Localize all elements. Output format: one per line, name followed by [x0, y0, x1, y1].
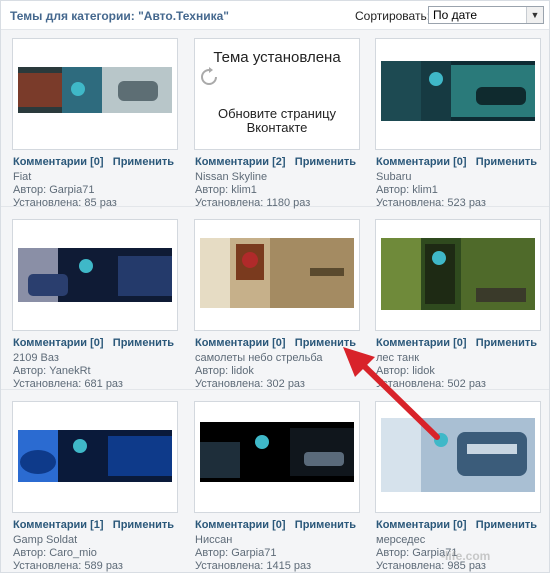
apply-link[interactable]: Применить	[476, 156, 537, 168]
theme-install-count: Установлена: 1415 раз	[195, 560, 312, 572]
installed-title: Тема установлена	[213, 49, 341, 66]
refresh-icon	[201, 67, 217, 85]
theme-install-count: Установлена: 85 раз	[13, 197, 117, 209]
theme-card: Комментарии [0] Применить лес танк Автор…	[372, 219, 547, 397]
theme-thumbnail	[18, 430, 172, 482]
theme-thumbnail	[381, 61, 535, 121]
theme-install-count: Установлена: 681 раз	[13, 378, 123, 390]
theme-preview-image[interactable]	[12, 401, 178, 513]
watermark: -life.com	[441, 549, 491, 563]
comments-link[interactable]: Комментарии [0]	[376, 337, 467, 349]
chevron-down-icon[interactable]: ▼	[526, 7, 543, 23]
apply-link[interactable]: Применить	[295, 337, 356, 349]
theme-name: Ниссан	[195, 534, 233, 546]
installed-message-line2: Вконтакте	[246, 120, 308, 135]
theme-name: мерседес	[376, 534, 426, 546]
theme-name: Nissan Skyline	[195, 171, 268, 183]
theme-name: 2109 Ваз	[13, 352, 59, 364]
theme-preview-image[interactable]	[375, 401, 541, 513]
comments-link[interactable]: Комментарии [0]	[13, 156, 104, 168]
apply-link[interactable]: Применить	[295, 156, 356, 168]
themes-panel: Темы для категории: "Авто.Техника" Сорти…	[0, 0, 550, 573]
category-title: Темы для категории: "Авто.Техника"	[10, 9, 229, 23]
theme-install-count: Установлена: 302 раз	[195, 378, 305, 390]
apply-link[interactable]: Применить	[113, 519, 174, 531]
theme-thumbnail	[18, 67, 172, 113]
apply-link[interactable]: Применить	[295, 519, 356, 531]
theme-preview-installed[interactable]: Тема установлена Обновите страницу Вконт…	[194, 38, 360, 150]
sort-select-value: По дате	[433, 8, 478, 22]
theme-author: Автор: klim1	[195, 184, 257, 196]
theme-preview-image[interactable]	[12, 219, 178, 331]
theme-preview-image[interactable]	[12, 38, 178, 150]
apply-link[interactable]: Применить	[113, 156, 174, 168]
theme-name: Gamp Soldat	[13, 534, 78, 546]
theme-preview-image[interactable]	[194, 219, 360, 331]
theme-card: Комментарии [0] Применить Fiat Автор: Ga…	[9, 38, 184, 216]
theme-card: Комментарии [1] Применить Gamp Soldat Ав…	[9, 401, 184, 572]
theme-author: Автор: klim1	[376, 184, 438, 196]
theme-install-count: Установлена: 589 раз	[13, 560, 123, 572]
theme-author: Автор: YanekRt	[13, 365, 91, 377]
apply-link[interactable]: Применить	[113, 337, 174, 349]
theme-thumbnail	[200, 238, 354, 308]
theme-preview-image[interactable]	[375, 219, 541, 331]
theme-card: Тема установлена Обновите страницу Вконт…	[191, 38, 366, 216]
theme-card: Комментарии [0] Применить Ниссан Автор: …	[191, 401, 366, 572]
toolbar: Темы для категории: "Авто.Техника" Сорти…	[1, 1, 549, 30]
theme-preview-image[interactable]	[375, 38, 541, 150]
comments-link[interactable]: Комментарии [0]	[376, 519, 467, 531]
comments-link[interactable]: Комментарии [2]	[195, 156, 286, 168]
theme-card: Комментарии [0] Применить мерседес Автор…	[372, 401, 547, 572]
comments-link[interactable]: Комментарии [0]	[195, 337, 286, 349]
theme-install-count: Установлена: 523 раз	[376, 197, 486, 209]
theme-card: Комментарии [0] Применить самолеты небо …	[191, 219, 366, 397]
theme-author: Автор: Garpia71	[195, 547, 277, 559]
comments-link[interactable]: Комментарии [1]	[13, 519, 104, 531]
theme-thumbnail	[18, 248, 172, 302]
comments-link[interactable]: Комментарии [0]	[195, 519, 286, 531]
theme-name: лес танк	[376, 352, 420, 364]
sort-label: Сортировать:	[355, 9, 431, 23]
theme-install-count: Установлена: 502 раз	[376, 378, 486, 390]
theme-card: Комментарии [0] Применить 2109 Ваз Автор…	[9, 219, 184, 397]
installed-overlay: Тема установлена Обновите страницу Вконт…	[195, 39, 359, 149]
theme-author: Автор: Garpia71	[13, 184, 95, 196]
theme-preview-image[interactable]	[194, 401, 360, 513]
theme-author: Автор: lidok	[195, 365, 254, 377]
comments-link[interactable]: Комментарии [0]	[376, 156, 467, 168]
theme-thumbnail	[200, 422, 354, 482]
theme-name: самолеты небо стрельба	[195, 352, 323, 364]
apply-link[interactable]: Применить	[476, 519, 537, 531]
theme-author: Автор: lidok	[376, 365, 435, 377]
comments-link[interactable]: Комментарии [0]	[13, 337, 104, 349]
installed-message: Обновите страницу Вконтакте	[195, 107, 359, 135]
theme-card: Комментарии [0] Применить Subaru Автор: …	[372, 38, 547, 216]
theme-name: Fiat	[13, 171, 32, 183]
theme-thumbnail	[381, 238, 535, 310]
theme-name: Subaru	[376, 171, 412, 183]
sort-select[interactable]: По дате ▼	[428, 6, 544, 24]
installed-message-line1: Обновите страницу	[217, 106, 337, 121]
theme-author: Автор: Caro_mio	[13, 547, 97, 559]
apply-link[interactable]: Применить	[476, 337, 537, 349]
theme-thumbnail	[381, 418, 535, 492]
theme-install-count: Установлена: 1180 раз	[195, 197, 311, 209]
